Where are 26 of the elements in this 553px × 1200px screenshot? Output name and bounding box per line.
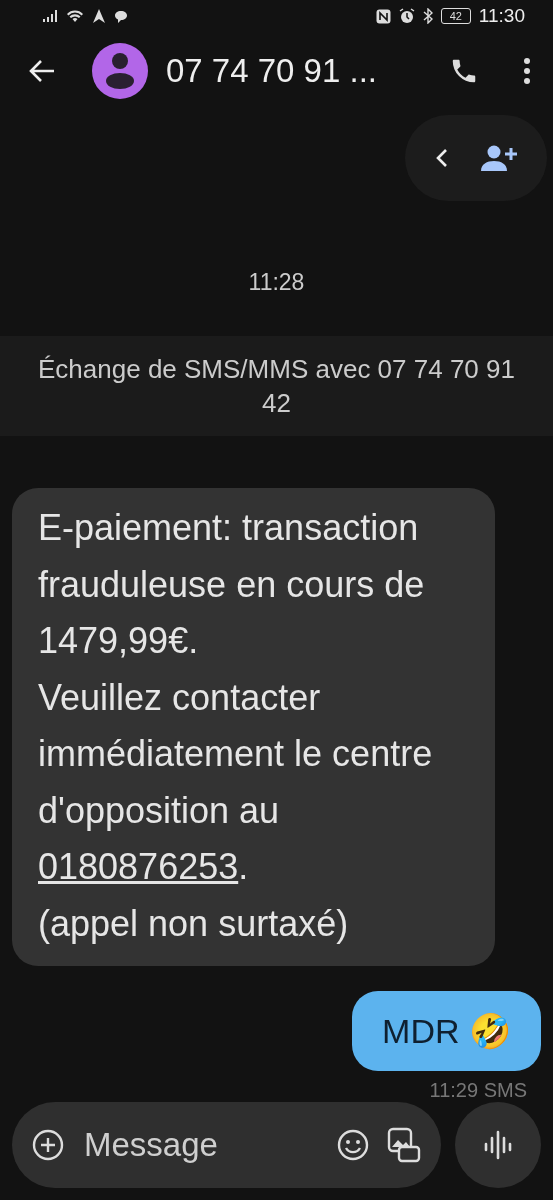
waveform-icon — [483, 1128, 513, 1162]
navigation-icon — [92, 9, 106, 24]
signal-icon — [42, 9, 58, 24]
chat-icon — [114, 9, 128, 23]
message-text: E-paiement: transaction frauduleuse en cours de 1479,99€. Veuillez contacter immédiatement le centre d'opposition au 0180876253. (appel non surtaxé) — [12, 488, 495, 966]
emoji-icon[interactable] — [337, 1129, 369, 1161]
timestamp: 11:28 — [247, 269, 306, 296]
battery-level: 42 — [440, 8, 471, 25]
contact-name: 07 74 70 91 ... — [166, 51, 378, 90]
gallery-icon[interactable] — [387, 1127, 421, 1163]
add-contact-button[interactable] — [481, 144, 517, 172]
message-status: 11:29 SMS — [429, 1079, 527, 1102]
message-field[interactable]: Message — [12, 1102, 441, 1188]
back-button[interactable] — [28, 58, 56, 83]
sent-message: MDR 🤣 — [352, 991, 541, 1071]
phone-link[interactable]: 0180876253 — [38, 846, 239, 887]
nfc-icon — [375, 8, 391, 24]
alarm-icon — [398, 8, 415, 25]
clock: 11:30 — [478, 5, 525, 28]
bluetooth-icon — [422, 8, 433, 25]
wifi-icon — [66, 9, 84, 24]
add-icon[interactable] — [32, 1129, 64, 1161]
collapse-button[interactable] — [435, 147, 449, 169]
more-options-button[interactable] — [523, 56, 531, 85]
conversation-info: Échange de SMS/MMS avec 07 74 70 91 42 — [0, 336, 553, 436]
message-input[interactable]: Message — [82, 1125, 319, 1165]
